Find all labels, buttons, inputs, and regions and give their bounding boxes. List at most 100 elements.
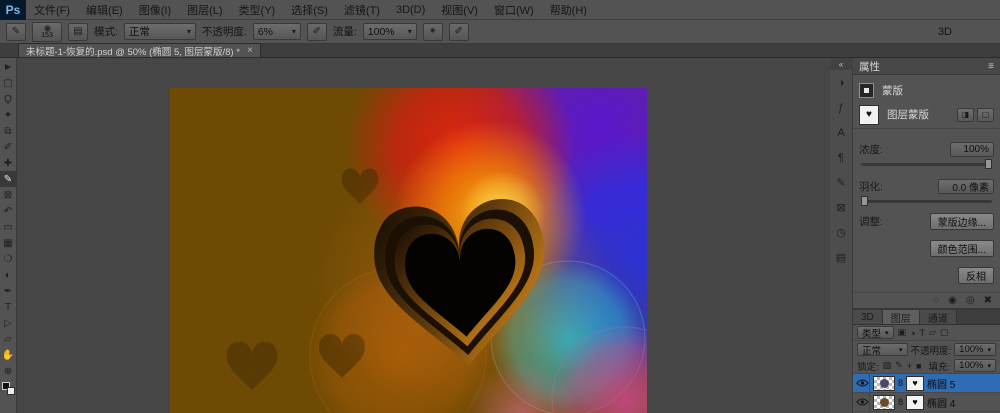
toggle-brush-panel-icon[interactable]: ▤ [68, 23, 88, 41]
styles-panel-icon[interactable]: ƒ [830, 95, 853, 120]
layer-row-ellipse-5[interactable]: 8 ♥ 椭圆 5 [853, 374, 1000, 393]
expand-panels-icon[interactable]: « [830, 58, 853, 70]
color-swatches[interactable] [2, 382, 15, 395]
flow-select[interactable]: 100% ▾ [363, 23, 417, 40]
density-value-field[interactable]: 100% [950, 142, 994, 157]
filter-shape-layers-icon[interactable]: ▱ [929, 327, 936, 338]
color-range-button[interactable]: 颜色范围... [930, 240, 994, 257]
quick-selection-tool[interactable]: ✦ [0, 107, 17, 123]
hand-tool[interactable]: ✋ [0, 347, 17, 363]
feather-slider[interactable] [861, 200, 992, 203]
eraser-tool[interactable]: ▭ [0, 219, 17, 235]
blur-tool[interactable]: ❍ [0, 251, 17, 267]
layer-visibility-toggle[interactable] [855, 393, 870, 412]
tab-3d[interactable]: 3D [853, 310, 883, 324]
invert-button[interactable]: 反相 [958, 267, 994, 284]
layer-filter-select[interactable]: 类型 ▾ [857, 326, 894, 339]
filter-pixel-layers-icon[interactable]: ▣ [898, 327, 907, 338]
history-panel-icon[interactable]: ◷ [830, 220, 853, 245]
background-color-swatch[interactable] [7, 387, 15, 395]
pen-tool[interactable]: ✒ [0, 283, 17, 299]
layer-name[interactable]: 椭圆 5 [927, 376, 955, 391]
pressure-size-icon[interactable]: ✐ [449, 23, 469, 41]
layer-row-ellipse-4[interactable]: 8 ♥ 椭圆 4 [853, 393, 1000, 412]
clone-stamp-tool[interactable]: ⊠ [0, 187, 17, 203]
layer-mask-thumbnail[interactable]: ♥ [906, 395, 924, 410]
filter-adjustment-layers-icon[interactable]: ◑ [910, 328, 915, 338]
filter-type-layers-icon[interactable]: T [919, 328, 925, 338]
blend-mode-select[interactable]: 正常 ▾ [124, 23, 196, 40]
lock-all-icon[interactable]: ■ [916, 361, 921, 371]
adjustments-panel-icon[interactable]: ◑ [830, 70, 853, 95]
close-icon[interactable]: × [247, 45, 253, 56]
fill-field[interactable]: 100% ▾ [954, 359, 996, 372]
document-canvas[interactable] [170, 88, 647, 413]
delete-mask-icon[interactable]: ✖ [984, 295, 992, 306]
workspace-switcher[interactable]: 3D [938, 26, 952, 38]
load-selection-from-mask-icon[interactable]: ◌ [933, 295, 939, 306]
menu-type[interactable]: 类型(Y) [231, 2, 284, 18]
character-panel-icon[interactable]: A [830, 120, 853, 145]
layer-visibility-toggle[interactable] [855, 374, 870, 393]
feather-value-field[interactable]: 0.0 像素 [938, 179, 994, 194]
paragraph-panel-icon[interactable]: ¶ [830, 145, 853, 170]
type-tool[interactable]: T [0, 299, 17, 315]
opacity-select[interactable]: 6% ▾ [253, 23, 301, 40]
menu-edit[interactable]: 编辑(E) [78, 2, 131, 18]
layer-thumbnail[interactable] [873, 376, 895, 391]
menu-help[interactable]: 帮助(H) [542, 2, 595, 18]
brush-panel-icon[interactable]: ✎ [830, 170, 853, 195]
menu-layer[interactable]: 图层(L) [179, 2, 230, 18]
menu-file[interactable]: 文件(F) [26, 2, 78, 18]
density-slider[interactable] [861, 163, 992, 166]
add-vector-mask-icon[interactable]: ▢ [977, 108, 994, 122]
layer-blend-mode-select[interactable]: 正常 ▾ [857, 343, 908, 356]
healing-brush-tool[interactable]: ✚ [0, 155, 17, 171]
gradient-tool[interactable]: ▦ [0, 235, 17, 251]
info-panel-icon[interactable]: ▤ [830, 245, 853, 270]
clone-source-panel-icon[interactable]: ⊠ [830, 195, 853, 220]
dodge-tool[interactable]: ◐ [0, 267, 17, 283]
lock-pixels-icon[interactable]: ✎ [895, 360, 903, 371]
history-brush-tool[interactable]: ↶ [0, 203, 17, 219]
document-tab[interactable]: 未标题-1-恢复的.psd @ 50% (椭圆 5, 图层蒙版/8) * × [18, 43, 261, 57]
canvas-area[interactable] [17, 58, 830, 413]
panel-menu-icon[interactable]: ≡ [988, 61, 994, 72]
density-slider-handle[interactable] [985, 159, 992, 169]
lock-position-icon[interactable]: + [907, 361, 912, 371]
eyedropper-tool[interactable]: ✐ [0, 139, 17, 155]
menu-window[interactable]: 窗口(W) [486, 2, 542, 18]
apply-mask-icon[interactable]: ◉ [948, 295, 957, 306]
layer-mask-thumbnail[interactable]: ♥ [906, 376, 924, 391]
filter-smart-objects-icon[interactable]: ▢ [940, 327, 949, 338]
layer-thumbnail[interactable] [873, 395, 895, 410]
shape-tool[interactable]: ▱ [0, 331, 17, 347]
menu-image[interactable]: 图像(I) [131, 2, 179, 18]
mask-edge-button[interactable]: 蒙版边缘... [930, 213, 994, 230]
move-tool[interactable]: ► [0, 59, 17, 75]
pressure-opacity-icon[interactable]: ✐ [307, 23, 327, 41]
tool-preset-picker[interactable]: ✎ [6, 23, 26, 41]
layer-mask-thumbnail[interactable]: ♥ [859, 105, 879, 125]
feather-slider-handle[interactable] [861, 196, 868, 206]
lasso-tool[interactable]: Ϙ [0, 91, 17, 107]
path-selection-tool[interactable]: ▷ [0, 315, 17, 331]
tab-layers[interactable]: 图层 [883, 310, 920, 324]
layer-name[interactable]: 椭圆 4 [927, 395, 955, 410]
airbrush-icon[interactable]: ✴ [423, 23, 443, 41]
disable-mask-icon[interactable]: ◎ [966, 295, 975, 306]
add-pixel-mask-icon[interactable]: ◨ [957, 108, 974, 122]
properties-panel-title: 属性 [859, 59, 880, 74]
menu-filter[interactable]: 滤镜(T) [336, 2, 388, 18]
marquee-tool[interactable]: ▢ [0, 75, 17, 91]
menu-view[interactable]: 视图(V) [433, 2, 486, 18]
menu-select[interactable]: 选择(S) [283, 2, 336, 18]
zoom-tool[interactable]: ⊕ [0, 363, 17, 379]
layer-opacity-field[interactable]: 100% ▾ [954, 343, 996, 356]
menu-3d[interactable]: 3D(D) [388, 4, 433, 16]
lock-transparency-icon[interactable]: ▨ [883, 360, 892, 371]
brush-preset-picker[interactable]: 153 [32, 22, 62, 42]
tab-channels[interactable]: 通道 [920, 310, 957, 324]
crop-tool[interactable]: ⧉ [0, 123, 17, 139]
brush-tool[interactable]: ✎ [0, 171, 17, 187]
